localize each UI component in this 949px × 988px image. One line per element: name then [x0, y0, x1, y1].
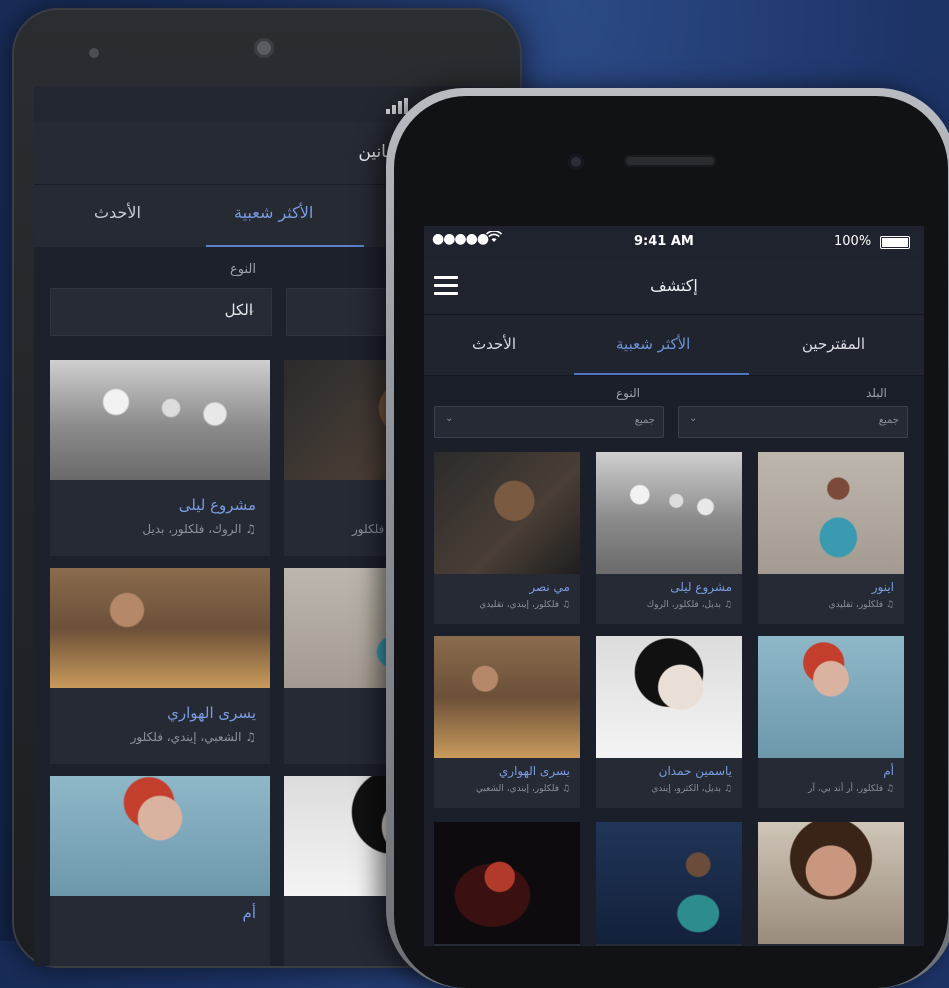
page-title: إكتشف	[650, 276, 698, 295]
artist-card[interactable]: يسرى الهواري الشعبي، إيندي، فلكلور ♫	[50, 568, 270, 764]
artist-name: أم	[883, 764, 894, 778]
artist-card[interactable]	[434, 822, 580, 946]
tab-suggested[interactable]: المقترحين	[802, 335, 865, 353]
artist-photo	[434, 636, 580, 758]
genre-select-value: جميع	[634, 415, 655, 426]
artist-card[interactable]: مي نصر فلكلور، إيندي، تقليدي ♫	[434, 452, 580, 624]
music-note-icon: ♫	[245, 730, 256, 744]
artist-photo	[50, 776, 270, 896]
active-tab-indicator	[574, 373, 749, 375]
genre-select[interactable]: ⌄ جميع	[434, 406, 664, 438]
iphone-screen: ●●●●● 9:41 AM 100% إكتشف الأحدث الأكثر ش…	[424, 226, 924, 946]
status-time: 9:41 AM	[634, 234, 694, 249]
ios-status-bar: ●●●●● 9:41 AM 100%	[424, 226, 924, 260]
chevron-down-icon: ⌄	[689, 413, 698, 424]
artist-name: مي نصر	[529, 580, 570, 594]
artist-photo	[758, 636, 904, 758]
music-note-icon: ♫	[885, 784, 894, 794]
artist-card[interactable]: أم	[50, 776, 270, 966]
tab-popular[interactable]: الأكثر شعبية	[234, 203, 313, 222]
artist-photo	[596, 636, 742, 758]
artist-genres: فلكلور، أر أند بي، آر ♫	[808, 784, 894, 794]
earpiece	[624, 155, 716, 167]
tab-newest[interactable]: الأحدث	[472, 335, 516, 353]
artist-card[interactable]: مشروع ليلى الروك، فلكلور، بديل ♫	[50, 360, 270, 556]
artist-photo	[50, 568, 270, 688]
signal-dots: ●●●●●	[432, 231, 489, 247]
wifi-icon	[485, 230, 503, 247]
tab-popular[interactable]: الأكثر شعبية	[616, 335, 690, 353]
artist-photo	[758, 452, 904, 574]
artist-name: اينور	[871, 580, 894, 594]
iphone: ●●●●● 9:41 AM 100% إكتشف الأحدث الأكثر ش…	[386, 88, 949, 988]
artist-genres: فلكلور، تقليدي ♫	[828, 600, 894, 610]
artist-photo	[50, 360, 270, 480]
music-note-icon: ♫	[561, 784, 570, 794]
artist-genres: الشعبي، إيندي، فلكلور ♫	[130, 730, 256, 744]
artist-card[interactable]: يسرى الهواري فلكلور، إيندي، الشعبي ♫	[434, 636, 580, 808]
genre-filter-label: النوع	[230, 262, 256, 277]
music-note-icon: ♫	[723, 784, 732, 794]
artist-photo	[596, 452, 742, 574]
active-tab-indicator	[206, 245, 364, 247]
artist-genres: فلكلور، إيندي، تقليدي ♫	[479, 600, 570, 610]
artist-genres: بديل، فلكلور، الروك ♫	[646, 600, 732, 610]
front-camera	[89, 48, 99, 58]
country-select-value: جميع	[878, 415, 899, 426]
battery-icon	[880, 236, 910, 249]
artist-card[interactable]: ياسمين حمدان بديل، الكترو، إيندي ♫	[596, 636, 742, 808]
artist-card[interactable]	[596, 822, 742, 946]
artist-card[interactable]: مشروع ليلى بديل، فلكلور، الروك ♫	[596, 452, 742, 624]
artist-name: أم	[242, 904, 256, 922]
music-note-icon: ♫	[723, 600, 732, 610]
genre-select[interactable]: ⌄ الكل	[50, 288, 272, 336]
artist-photo	[434, 452, 580, 574]
artist-photo	[434, 822, 580, 944]
front-camera	[568, 154, 584, 170]
artist-genres: فلكلور، إيندي، الشعبي ♫	[475, 784, 570, 794]
ios-header: إكتشف	[424, 260, 924, 315]
music-note-icon: ♫	[885, 600, 894, 610]
artist-card[interactable]: اينور فلكلور، تقليدي ♫	[758, 452, 904, 624]
country-select[interactable]: ⌄ جميع	[678, 406, 908, 438]
artist-name: ياسمين حمدان	[658, 764, 732, 778]
artist-photo	[596, 822, 742, 944]
signal-icon	[386, 98, 408, 114]
artist-name: يسرى الهواري	[167, 704, 256, 722]
tab-newest[interactable]: الأحدث	[94, 203, 141, 222]
battery-percent: 100%	[834, 234, 872, 249]
artist-card[interactable]: أم فلكلور، أر أند بي، آر ♫	[758, 636, 904, 808]
chevron-down-icon: ⌄	[445, 413, 454, 424]
artist-genres: الروك، فلكلور، بديل ♫	[142, 522, 256, 536]
artist-photo	[758, 822, 904, 944]
genre-filter-label: النوع	[616, 386, 640, 400]
genre-select-value: الكل	[224, 301, 253, 319]
artist-name: مشروع ليلى	[670, 580, 732, 594]
music-note-icon: ♫	[561, 600, 570, 610]
artist-name: يسرى الهواري	[498, 764, 570, 778]
artist-genres: بديل، الكترو، إيندي ♫	[651, 784, 732, 794]
music-note-icon: ♫	[245, 522, 256, 536]
earpiece	[254, 38, 274, 58]
artist-card[interactable]	[758, 822, 904, 946]
ios-tabs: الأحدث الأكثر شعبية المقترحين	[424, 315, 924, 376]
artist-name: مشروع ليلى	[178, 496, 256, 514]
country-filter-label: البلد	[866, 386, 887, 400]
